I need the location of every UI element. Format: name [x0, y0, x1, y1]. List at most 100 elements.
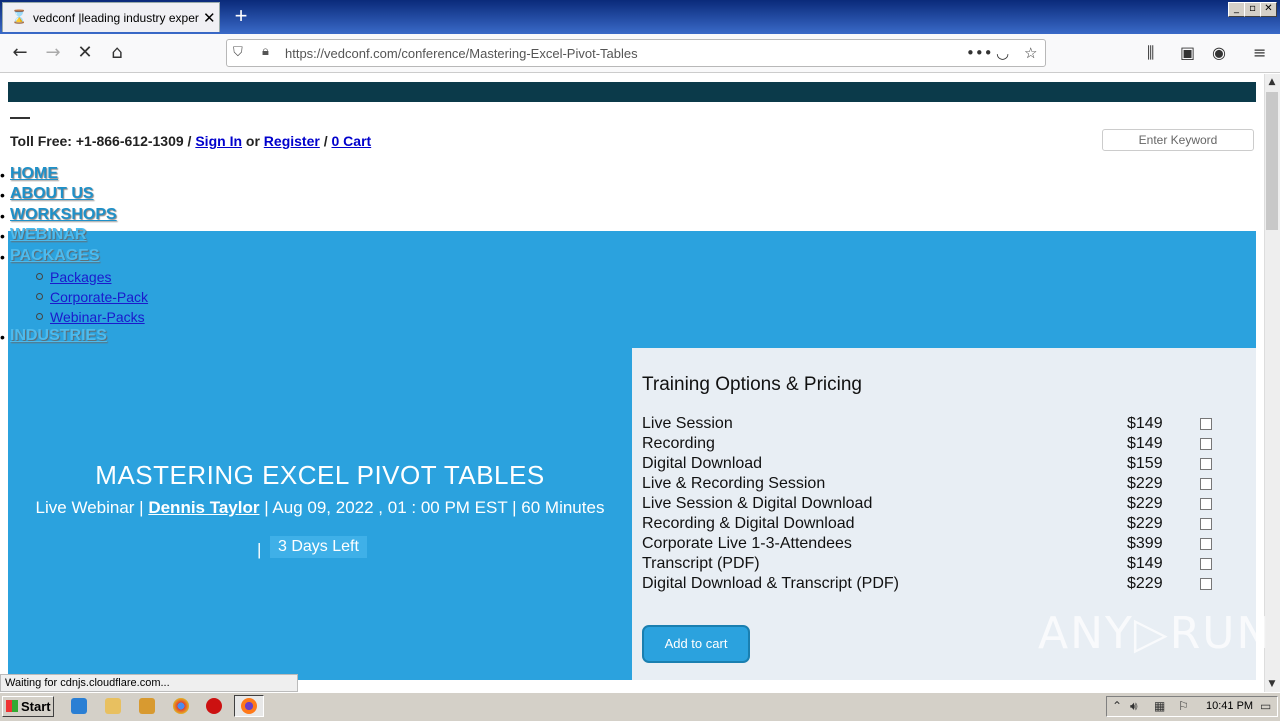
more-actions-icon[interactable]: ••• [966, 44, 993, 62]
menu-bullet: • [0, 187, 5, 203]
pricing-heading: Training Options & Pricing [642, 374, 863, 395]
media-player-icon[interactable] [139, 698, 155, 714]
option-name: Recording & Digital Download [642, 515, 855, 532]
option-checkbox[interactable] [1200, 498, 1212, 510]
option-price: $229 [1127, 515, 1163, 532]
option-checkbox[interactable] [1200, 458, 1212, 470]
lock-icon[interactable]: 🔒︎ [262, 44, 269, 59]
separator: / [323, 133, 328, 149]
option-price: $229 [1127, 575, 1163, 592]
option-name: Corporate Live 1-3-Attendees [642, 535, 852, 552]
option-checkbox[interactable] [1200, 558, 1212, 570]
menu-bullet: • [0, 208, 5, 224]
top-header-band [8, 82, 1256, 102]
new-tab-button[interactable]: + [230, 4, 252, 28]
submenu-item-webinar-packs[interactable]: Webinar-Packs [50, 309, 145, 325]
webinar-details: Live Webinar | Dennis Taylor | Aug 09, 2… [8, 498, 632, 518]
scrollbar-thumb[interactable] [1266, 92, 1278, 230]
menu-bullet: • [0, 228, 5, 244]
option-checkbox[interactable] [1200, 478, 1212, 490]
minimize-button[interactable]: _ [1228, 2, 1245, 17]
option-checkbox[interactable] [1200, 518, 1212, 530]
divider [10, 117, 30, 119]
register-link[interactable]: Register [264, 133, 320, 149]
anyrun-watermark: ANY▷RUN [1038, 608, 1272, 659]
shield-icon[interactable]: ⛉ [233, 45, 243, 60]
stop-icon[interactable]: ✕ [73, 42, 97, 64]
show-desktop-icon[interactable]: ▭ [1260, 699, 1271, 713]
speaker-link[interactable]: Dennis Taylor [148, 498, 259, 517]
scroll-down-icon[interactable]: ▼ [1264, 676, 1280, 692]
toll-free-text: Toll Free: +1-866-612-1309 / [10, 133, 192, 149]
tab-title: vedconf |leading industry experts [33, 10, 199, 25]
or-text: or [245, 133, 260, 149]
option-price: $399 [1127, 535, 1163, 552]
option-checkbox[interactable] [1200, 578, 1212, 590]
submenu-bullet [36, 293, 43, 300]
option-checkbox[interactable] [1200, 418, 1212, 430]
option-checkbox[interactable] [1200, 438, 1212, 450]
library-icon[interactable]: ⫼ [1147, 43, 1154, 63]
url-text[interactable]: https://vedconf.com/conference/Mastering… [285, 46, 638, 61]
restore-button[interactable]: ▫ [1244, 2, 1261, 17]
option-name: Digital Download & Transcript (PDF) [642, 575, 899, 592]
folder-icon[interactable] [105, 698, 121, 714]
internet-explorer-icon[interactable] [71, 698, 87, 714]
account-icon[interactable]: ◉ [1212, 43, 1226, 62]
forward-arrow-icon[interactable]: → [41, 42, 65, 64]
option-price: $229 [1127, 475, 1163, 492]
search-input[interactable] [1102, 129, 1254, 151]
hourglass-favicon-icon: ⌛ [11, 10, 28, 25]
option-checkbox[interactable] [1200, 538, 1212, 550]
taskbar-clock: 10:41 PM [1206, 700, 1254, 712]
menu-item-about-us[interactable]: ABOUT US [10, 185, 94, 203]
option-price: $149 [1127, 555, 1163, 572]
menu-item-webinar[interactable]: WEBINAR [10, 226, 86, 244]
menu-item-industries[interactable]: INDUSTRIES [10, 327, 107, 345]
submenu-bullet [36, 313, 43, 320]
chrome-icon[interactable] [173, 698, 189, 714]
menu-item-packages[interactable]: PACKAGES [10, 247, 100, 265]
option-name: Live & Recording Session [642, 475, 826, 492]
webinar-datetime: | Aug 09, 2022 , 01 : 00 PM EST | 60 Min… [264, 498, 605, 517]
browser-status-text: Waiting for cdnjs.cloudflare.com... [0, 674, 298, 692]
menu-hamburger-icon[interactable]: ≡ [1253, 43, 1266, 62]
webinar-title: MASTERING EXCEL PIVOT TABLES [95, 460, 545, 490]
back-arrow-icon[interactable]: ← [8, 42, 32, 64]
sign-in-link[interactable]: Sign In [195, 133, 242, 149]
option-price: $229 [1127, 495, 1163, 512]
close-window-button[interactable]: ✕ [1260, 2, 1277, 17]
option-price: $159 [1127, 455, 1163, 472]
pocket-icon[interactable]: ◡ [996, 44, 1009, 62]
tray-expand-icon[interactable]: ⌃ [1112, 699, 1122, 713]
tab-close-icon[interactable]: ✕ [203, 9, 216, 27]
submenu-item-packages[interactable]: Packages [50, 269, 111, 285]
option-name: Transcript (PDF) [642, 555, 760, 572]
browser-tab[interactable]: ⌛ vedconf |leading industry experts ✕ [2, 2, 220, 32]
firefox-taskbar-button[interactable] [234, 695, 264, 717]
firefox-icon [241, 698, 257, 714]
submenu-bullet [36, 273, 43, 280]
menu-item-workshops[interactable]: WORKSHOPS [10, 206, 117, 224]
bookmark-star-icon[interactable]: ☆ [1024, 44, 1037, 62]
option-price: $149 [1127, 435, 1163, 452]
sidebar-icon[interactable]: ▣ [1180, 43, 1195, 62]
days-left-badge: 3 Days Left [270, 536, 367, 558]
submenu-item-corporate-pack[interactable]: Corporate-Pack [50, 289, 148, 305]
home-icon[interactable]: ⌂ [105, 42, 129, 64]
menu-bullet: • [0, 167, 5, 183]
menu-item-home[interactable]: HOME [10, 165, 58, 183]
menu-blue-band [8, 231, 1256, 348]
scroll-up-icon[interactable]: ▲ [1264, 74, 1280, 90]
option-name: Live Session [642, 415, 733, 432]
volume-icon[interactable]: 🔊︎ [1130, 699, 1138, 714]
network-icon[interactable]: ▦ [1154, 699, 1165, 713]
opera-icon[interactable] [206, 698, 222, 714]
option-name: Recording [642, 435, 715, 452]
windows-logo-icon [6, 700, 18, 712]
cart-link[interactable]: 0 Cart [332, 133, 372, 149]
add-to-cart-button[interactable]: Add to cart [642, 625, 750, 663]
menu-bullet: • [0, 249, 5, 265]
flag-icon[interactable]: ⚐ [1178, 699, 1189, 713]
menu-bullet: • [0, 329, 5, 345]
